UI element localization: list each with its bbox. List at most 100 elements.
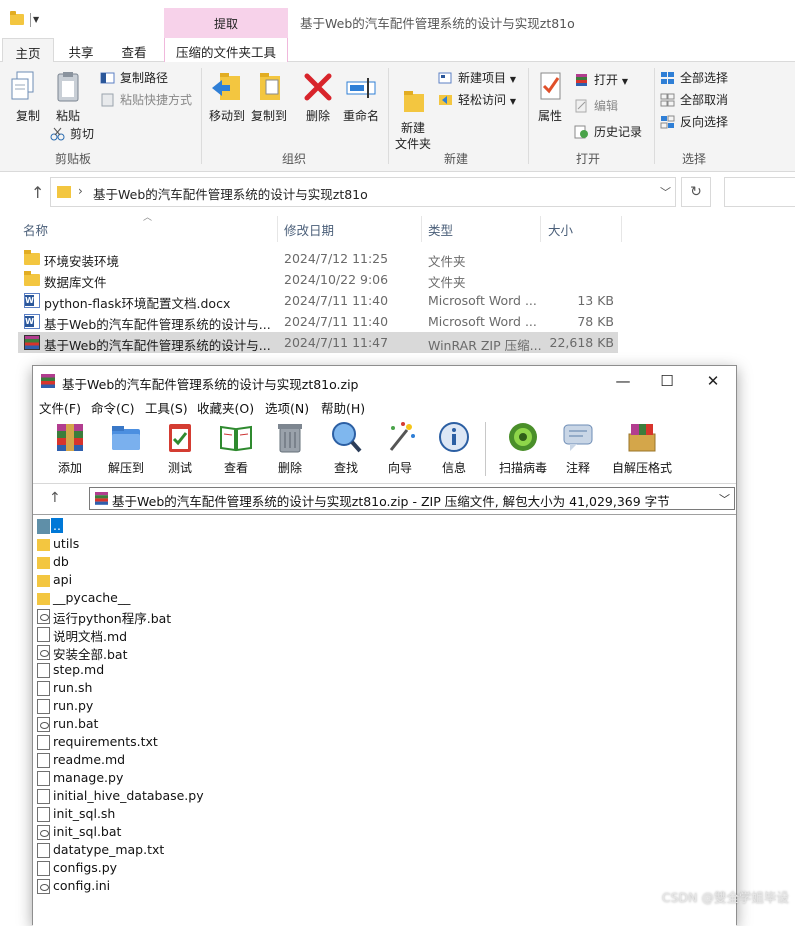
delete-button[interactable]: 删除 [261, 420, 319, 476]
minimize-button[interactable]: — [611, 370, 635, 392]
settings-file-icon [37, 879, 50, 894]
paste-button[interactable]: 粘贴 [48, 70, 88, 124]
move-to-button[interactable]: 移动到 [206, 70, 248, 124]
column-divider[interactable] [621, 216, 622, 242]
address-path[interactable]: 基于Web的汽车配件管理系统的设计与实现zt81o [93, 184, 368, 203]
column-divider[interactable] [421, 216, 422, 242]
up-arrow-icon[interactable]: ↑ [49, 490, 61, 506]
easy-access-icon [439, 95, 452, 105]
extract-to-button[interactable]: 解压到 [97, 420, 155, 476]
column-header-name[interactable]: 名称 [23, 220, 48, 242]
comment-icon [563, 424, 593, 451]
file-row[interactable]: 基于Web的汽车配件管理系统的设计与... 2024/7/11 11:40 Mi… [18, 311, 618, 332]
scan-virus-button[interactable]: 扫描病毒 [491, 420, 555, 476]
file-icon [37, 735, 50, 750]
new-folder-button[interactable]: 新建 文件夹 [392, 70, 434, 168]
magic-wand-icon [389, 422, 415, 451]
column-header-date[interactable]: 修改日期 [284, 220, 334, 242]
context-tab-extract-header: 提取 [164, 8, 288, 38]
folder-icon [37, 557, 50, 569]
open-button[interactable]: 打开 ▼ [574, 70, 628, 90]
item-name: 说明文档.md [53, 629, 128, 644]
file-type: Microsoft Word ... [428, 293, 537, 308]
tab-view[interactable]: 查看 [108, 38, 160, 62]
tab-compressed-folder-tools[interactable]: 压缩的文件夹工具 [164, 38, 288, 62]
menu-commands[interactable]: 命令(C) [91, 398, 134, 417]
folder-icon[interactable] [10, 11, 24, 25]
delete-button[interactable]: 删除 [300, 70, 336, 124]
copy-button[interactable]: 复制 [2, 70, 44, 124]
paste-shortcut-label: 粘贴快捷方式 [120, 93, 193, 107]
refresh-button[interactable]: ↻ [681, 177, 711, 207]
chevron-down-icon[interactable]: ﹀ [719, 491, 730, 507]
batch-file-icon [37, 645, 50, 660]
new-item-button[interactable]: 新建项目 ▼ [438, 68, 516, 88]
view-button[interactable]: 查看 [207, 420, 265, 476]
menu-options[interactable]: 选项(N) [265, 398, 309, 417]
item-name: configs.py [53, 860, 118, 875]
close-button[interactable]: ✕ [701, 370, 725, 392]
invert-selection-label: 反向选择 [680, 115, 729, 129]
menu-file[interactable]: 文件(F) [39, 398, 81, 417]
info-button[interactable]: 信息 [425, 420, 483, 476]
file-row[interactable]: 环境安装环境 2024/7/12 11:25 文件夹 [18, 248, 618, 269]
trash-icon [278, 424, 302, 453]
paste-shortcut-button[interactable]: 粘贴快捷方式 [100, 90, 192, 110]
column-divider[interactable] [540, 216, 541, 242]
select-all-button[interactable]: 全部选择 [660, 68, 728, 88]
select-none-button[interactable]: 全部取消 [660, 90, 728, 110]
archive-path-text: 基于Web的汽车配件管理系统的设计与实现zt81o.zip - ZIP 压缩文件… [112, 494, 670, 509]
column-header-type[interactable]: 类型 [428, 220, 453, 242]
invert-selection-button[interactable]: 反向选择 [660, 112, 728, 132]
file-icon [37, 699, 50, 714]
copy-to-button[interactable]: 复制到 [248, 70, 290, 124]
quick-access-dropdown-icon[interactable]: ▼ [33, 15, 39, 24]
find-button[interactable]: 查找 [317, 420, 375, 476]
history-button[interactable]: 历史记录 [574, 122, 642, 142]
file-size: 13 KB [577, 293, 614, 308]
item-name: run.sh [53, 680, 93, 695]
rename-button[interactable]: 重命名 [340, 70, 382, 124]
item-name: 运行python程序.bat [53, 611, 172, 626]
test-button[interactable]: 测试 [151, 420, 209, 476]
invert-selection-icon [660, 115, 675, 129]
add-archive-icon [57, 424, 83, 451]
tab-share[interactable]: 共享 [56, 38, 106, 62]
properties-button[interactable]: 属性 [532, 70, 568, 124]
view-label: 查看 [223, 461, 248, 475]
info-label: 信息 [441, 461, 466, 475]
sfx-button[interactable]: 自解压格式 [607, 420, 677, 476]
search-input[interactable] [724, 177, 795, 207]
chevron-right-icon[interactable]: › [78, 184, 83, 198]
batch-file-icon [37, 609, 50, 624]
menu-tools[interactable]: 工具(S) [145, 398, 188, 417]
column-divider[interactable] [277, 216, 278, 242]
chevron-down-icon[interactable]: ﹀ [660, 184, 671, 200]
ribbon-divider [528, 68, 529, 164]
file-icon [37, 663, 50, 678]
paste-label: 粘贴 [55, 109, 80, 123]
file-row[interactable]: python-flask环境配置文档.docx 2024/7/11 11:40 … [18, 290, 618, 311]
menu-help[interactable]: 帮助(H) [321, 398, 365, 417]
archive-path-dropdown[interactable]: 基于Web的汽车配件管理系统的设计与实现zt81o.zip - ZIP 压缩文件… [89, 487, 735, 510]
edit-button[interactable]: 编辑 [574, 96, 618, 116]
tab-home[interactable]: 主页 [2, 38, 54, 63]
file-row[interactable]: 数据库文件 2024/10/22 9:06 文件夹 [18, 269, 618, 290]
wizard-button[interactable]: 向导 [371, 420, 429, 476]
maximize-icon: ☐ [660, 372, 674, 390]
easy-access-button[interactable]: 轻松访问 ▼ [438, 90, 516, 110]
properties-icon [540, 72, 561, 100]
maximize-button[interactable]: ☐ [655, 370, 679, 392]
file-row-selected[interactable]: 基于Web的汽车配件管理系统的设计与... 2024/7/11 11:47 Wi… [18, 332, 618, 353]
copy-path-button[interactable]: 复制路径 [100, 68, 168, 88]
item-name: run.py [53, 698, 94, 713]
add-button[interactable]: 添加 [41, 420, 99, 476]
menu-favorites[interactable]: 收藏夹(O) [197, 398, 254, 417]
comment-button[interactable]: 注释 [549, 420, 607, 476]
column-header-size[interactable]: 大小 [548, 220, 573, 242]
cut-button[interactable]: 剪切 [50, 124, 94, 144]
book-icon [220, 425, 252, 452]
winrar-title-bar[interactable]: 基于Web的汽车配件管理系统的设计与实现zt81o.zip — ☐ ✕ [33, 366, 736, 396]
extract-folder-icon [112, 426, 140, 450]
up-arrow-icon[interactable]: ↑ [31, 183, 44, 202]
